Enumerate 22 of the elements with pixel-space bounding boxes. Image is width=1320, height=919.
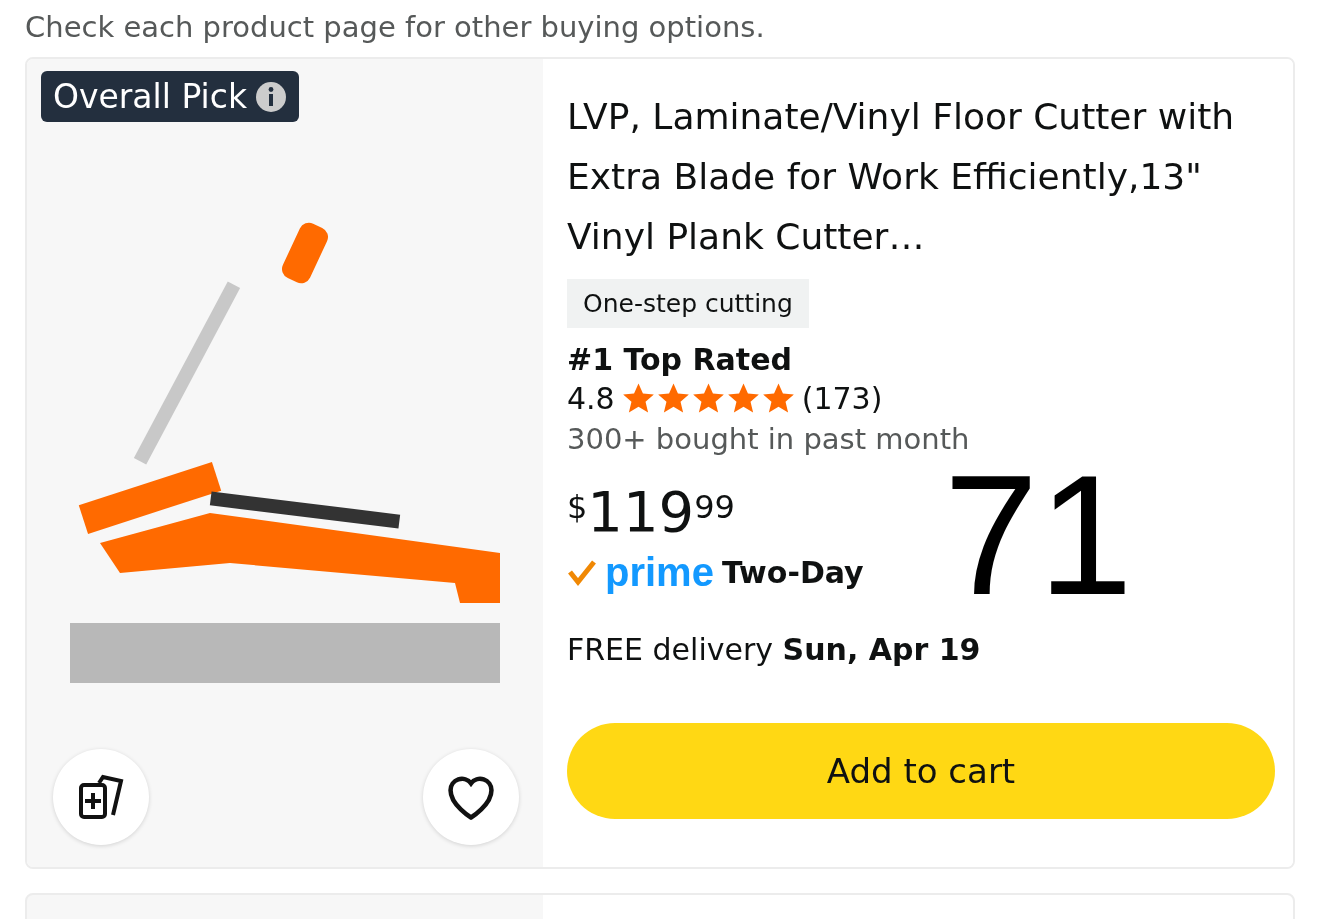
purchase-count: 300+ bought in past month: [567, 422, 971, 456]
overall-pick-badge: Overall Pick: [41, 71, 300, 122]
delivery-info: FREE delivery Sun, Apr 19: [567, 632, 982, 667]
star-icon: [690, 382, 726, 415]
compare-button[interactable]: [53, 749, 149, 845]
star-icon: [760, 382, 796, 415]
feature-tag: One-step cutting: [567, 279, 809, 328]
cards-plus-icon: [77, 773, 125, 821]
star-icon: [620, 382, 656, 415]
star-icon: [725, 382, 761, 415]
favorite-button[interactable]: [423, 749, 519, 845]
prime-logo: prime: [605, 550, 714, 595]
add-to-cart-button[interactable]: Add to cart: [567, 723, 1275, 819]
rank-label: #1 Top Rated: [567, 342, 793, 377]
info-icon[interactable]: [255, 80, 288, 113]
info-note: Check each product page for other buying options.: [25, 9, 766, 46]
rating-value: 4.8: [567, 381, 615, 416]
product-title[interactable]: LVP, Laminate/Vinyl Floor Cutter with Extra Blade for Work Efficiently,13" Vinyl Plank Cutter…: [567, 87, 1267, 267]
side-number: 71: [943, 460, 1133, 610]
review-count[interactable]: (173): [801, 381, 883, 416]
star-icon: [655, 382, 691, 415]
shipping-speed: Two-Day: [721, 555, 864, 590]
